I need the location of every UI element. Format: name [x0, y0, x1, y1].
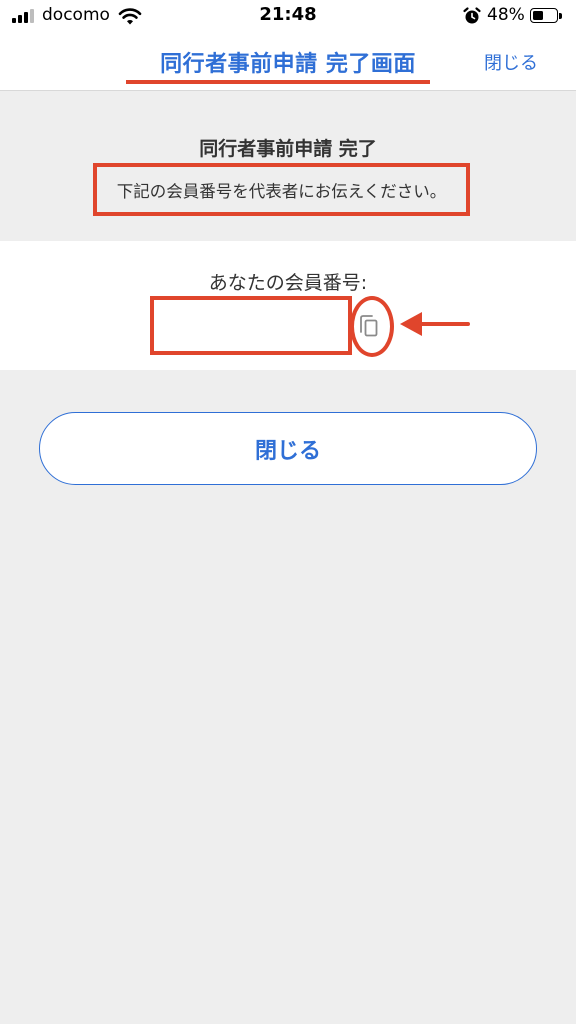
title-highlight-underline: [126, 80, 430, 84]
member-number-label: あなたの会員番号:: [208, 272, 368, 294]
copy-icon[interactable]: [357, 314, 381, 340]
battery-icon: [530, 8, 558, 23]
navigation-bar: 同行者事前申請 完了画面 閉じる: [0, 32, 576, 91]
nav-close-button[interactable]: 閉じる: [484, 49, 538, 75]
member-number-card: あなたの会員番号:: [0, 241, 576, 370]
instruction-text: 下記の会員番号を代表者にお伝えください。: [116, 181, 447, 201]
status-bar: docomo 21:48 48%: [0, 0, 576, 32]
completion-heading: 同行者事前申請 完了: [199, 138, 377, 160]
close-button[interactable]: 閉じる: [39, 412, 537, 485]
battery-tip: [559, 13, 562, 19]
alarm-icon: [463, 7, 481, 24]
battery-percent: 48%: [487, 5, 525, 25]
instruction-highlight-box: 下記の会員番号を代表者にお伝えください。: [93, 163, 470, 216]
member-number-field: [150, 296, 352, 355]
arrow-pointer: [400, 312, 470, 336]
